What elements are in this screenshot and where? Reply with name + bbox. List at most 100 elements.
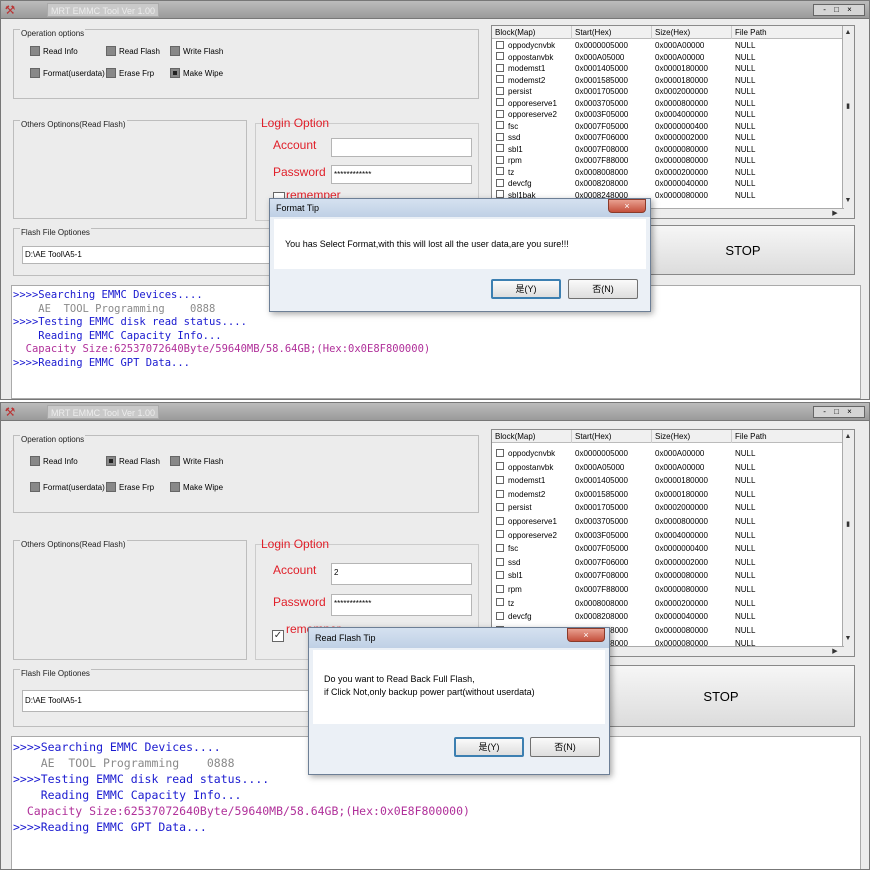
row-checkbox[interactable] [496, 63, 504, 72]
write-flash-checkbox[interactable] [170, 455, 180, 466]
flash-file-path[interactable]: D:\AE Tool\A5-1 [22, 690, 322, 712]
read-info-checkbox[interactable] [30, 45, 40, 56]
stop-button[interactable]: STOP [587, 665, 855, 727]
table-row[interactable]: modemst2 0x0001585000 0x0000180000 NULL [492, 488, 854, 502]
row-checkbox[interactable] [496, 75, 504, 84]
header-size-hex[interactable]: Size(Hex) [652, 26, 732, 39]
option-write-flash[interactable]: Write Flash [170, 455, 223, 468]
row-checkbox[interactable] [496, 109, 504, 118]
title-bar[interactable]: ⚒ MRT EMMC Tool Ver 1.00 - □ × [1, 1, 869, 19]
option-erase-frp[interactable]: Erase Frp [106, 67, 154, 80]
read-info-checkbox[interactable] [30, 455, 40, 466]
table-row[interactable]: modemst1 0x0001405000 0x0000180000 NULL [492, 474, 854, 488]
password-field[interactable]: ************ [331, 165, 472, 184]
table-row[interactable]: fsc 0x0007F05000 0x0000000400 NULL [492, 121, 854, 133]
table-row[interactable]: ssd 0x0007F06000 0x0000002000 NULL [492, 132, 854, 144]
table-row[interactable]: devcfg 0x0008208000 0x0000040000 NULL [492, 178, 854, 190]
row-checkbox[interactable] [496, 543, 504, 552]
password-field[interactable]: ************ [331, 594, 472, 616]
title-bar[interactable]: ⚒ MRT EMMC Tool Ver 1.00 - □ × [1, 403, 869, 421]
table-row[interactable]: fsc 0x0007F05000 0x0000000400 NULL [492, 542, 854, 556]
yes-button[interactable]: 是(Y) [491, 279, 561, 299]
row-checkbox[interactable] [496, 98, 504, 107]
header-file-path[interactable]: File Path [732, 26, 844, 39]
option-write-flash[interactable]: Write Flash [170, 45, 223, 58]
scroll-right-icon[interactable]: ▶ [830, 647, 840, 656]
make-wipe-checkbox[interactable] [170, 481, 180, 492]
scroll-down-icon[interactable]: ▼ [843, 196, 853, 206]
account-field[interactable]: 2 [331, 563, 472, 585]
format-userdata-checkbox[interactable] [30, 67, 40, 78]
table-row[interactable]: rpm 0x0007F88000 0x0000080000 NULL [492, 583, 854, 597]
scroll-down-icon[interactable]: ▼ [843, 634, 853, 644]
table-row[interactable]: sbl1 0x0007F08000 0x0000080000 NULL [492, 569, 854, 583]
row-checkbox[interactable] [496, 155, 504, 164]
header-block-map[interactable]: Block(Map) [492, 430, 572, 443]
table-row[interactable]: opporeserve2 0x0003F05000 0x0004000000 NULL [492, 109, 854, 121]
option-format-userdata[interactable]: Format(userdata) [30, 67, 105, 80]
row-checkbox[interactable] [496, 611, 504, 620]
header-start-hex[interactable]: Start(Hex) [572, 430, 652, 443]
row-checkbox[interactable] [496, 571, 504, 580]
vertical-scrollbar[interactable]: ▲ ▮ ▼ [842, 26, 854, 218]
row-checkbox[interactable] [496, 489, 504, 498]
table-row[interactable]: opporeserve2 0x0003F05000 0x0004000000 NULL [492, 529, 854, 543]
option-read-flash[interactable]: Read Flash [106, 45, 160, 58]
table-row[interactable]: oppodycnvbk 0x0000005000 0x000A00000 NULL [492, 447, 854, 461]
remember-checkbox[interactable]: ✓ [272, 630, 284, 642]
erase-frp-checkbox[interactable] [106, 481, 116, 492]
row-checkbox[interactable] [496, 132, 504, 141]
scroll-up-icon[interactable]: ▲ [843, 28, 853, 38]
table-row[interactable]: modemst1 0x0001405000 0x0000180000 NULL [492, 63, 854, 75]
table-row[interactable]: modemst2 0x0001585000 0x0000180000 NULL [492, 75, 854, 87]
table-row[interactable]: oppodycnvbk 0x0000005000 0x000A00000 NULL [492, 40, 854, 52]
window-controls[interactable]: - □ × [813, 4, 865, 16]
option-make-wipe[interactable]: Make Wipe [170, 67, 223, 80]
table-row[interactable]: rpm 0x0007F88000 0x0000080000 NULL [492, 155, 854, 167]
row-checkbox[interactable] [496, 503, 504, 512]
read-flash-checkbox[interactable] [106, 455, 116, 466]
header-start-hex[interactable]: Start(Hex) [572, 26, 652, 39]
account-field[interactable] [331, 138, 472, 157]
row-checkbox[interactable] [496, 462, 504, 471]
row-checkbox[interactable] [496, 516, 504, 525]
scroll-right-icon[interactable]: ▶ [830, 209, 840, 218]
header-size-hex[interactable]: Size(Hex) [652, 430, 732, 443]
row-checkbox[interactable] [496, 178, 504, 187]
scroll-thumb-icon[interactable]: ▮ [843, 102, 853, 112]
row-checkbox[interactable] [496, 475, 504, 484]
no-button[interactable]: 否(N) [530, 737, 600, 757]
yes-button[interactable]: 是(Y) [454, 737, 524, 757]
erase-frp-checkbox[interactable] [106, 67, 116, 78]
option-read-info[interactable]: Read Info [30, 455, 78, 468]
table-row[interactable]: devcfg 0x0008208000 0x0000040000 NULL [492, 610, 854, 624]
window-controls[interactable]: - □ × [813, 406, 865, 418]
row-checkbox[interactable] [496, 121, 504, 130]
row-checkbox[interactable] [496, 167, 504, 176]
row-checkbox[interactable] [496, 557, 504, 566]
write-flash-checkbox[interactable] [170, 45, 180, 56]
row-checkbox[interactable] [496, 598, 504, 607]
row-checkbox[interactable] [496, 52, 504, 61]
vertical-scrollbar[interactable]: ▲ ▮ ▼ [842, 430, 854, 656]
row-checkbox[interactable] [496, 40, 504, 49]
table-row[interactable]: sbl1 0x0007F08000 0x0000080000 NULL [492, 144, 854, 156]
option-read-info[interactable]: Read Info [30, 45, 78, 58]
row-checkbox[interactable] [496, 86, 504, 95]
table-row[interactable]: persist 0x0001705000 0x0002000000 NULL [492, 86, 854, 98]
make-wipe-checkbox[interactable] [170, 67, 180, 78]
dialog-close-icon[interactable]: × [567, 628, 605, 642]
option-read-flash[interactable]: Read Flash [106, 455, 160, 468]
dialog-close-icon[interactable]: × [608, 199, 646, 213]
table-row[interactable]: opporeserve1 0x0003705000 0x0000800000 NULL [492, 98, 854, 110]
table-row[interactable]: oppostanvbk 0x000A05000 0x000A00000 NULL [492, 52, 854, 64]
row-checkbox[interactable] [496, 530, 504, 539]
table-row[interactable]: opporeserve1 0x0003705000 0x0000800000 NULL [492, 515, 854, 529]
stop-button[interactable]: STOP [631, 225, 855, 275]
option-make-wipe[interactable]: Make Wipe [170, 481, 223, 494]
row-checkbox[interactable] [496, 584, 504, 593]
scroll-up-icon[interactable]: ▲ [843, 432, 853, 442]
read-flash-checkbox[interactable] [106, 45, 116, 56]
header-block-map[interactable]: Block(Map) [492, 26, 572, 39]
table-row[interactable]: tz 0x0008008000 0x0000200000 NULL [492, 597, 854, 611]
